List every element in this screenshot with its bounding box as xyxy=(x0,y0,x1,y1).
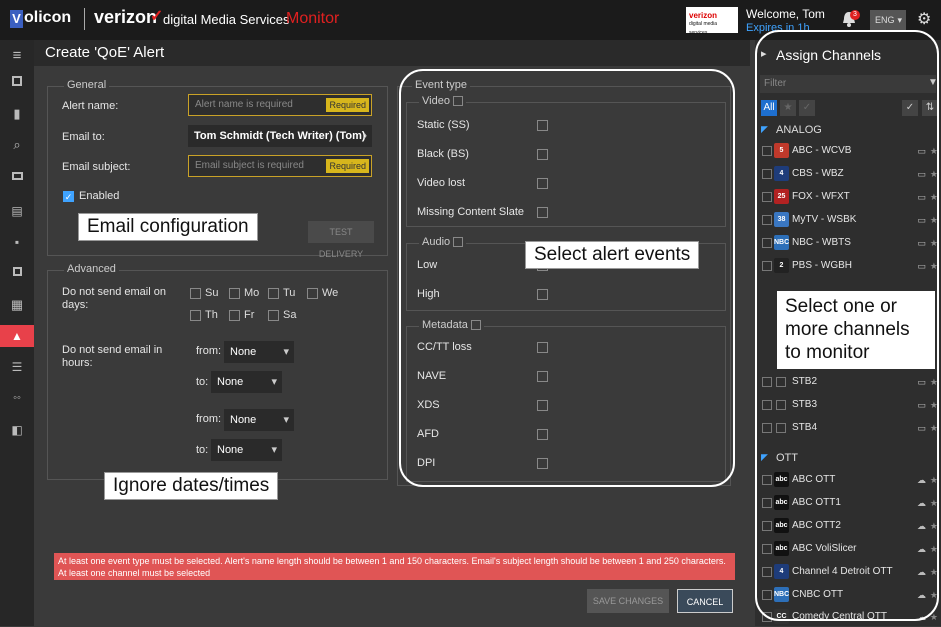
chevron-down-icon: ▾ xyxy=(271,376,277,388)
header-divider xyxy=(84,8,85,30)
welcome-user[interactable]: Welcome, Tom xyxy=(746,7,825,21)
from-time-select-2[interactable]: None ▾ xyxy=(224,409,294,431)
chevron-right-icon: › xyxy=(363,130,367,142)
email-to-label: Email to: xyxy=(62,131,105,143)
day-checkbox-tu[interactable] xyxy=(268,288,279,299)
alerts-bell-icon[interactable]: ▲ xyxy=(0,325,34,347)
day-checkbox-fr[interactable] xyxy=(229,310,240,321)
language-value: ENG xyxy=(875,15,895,25)
document-icon[interactable]: ▪ xyxy=(0,231,34,253)
chevron-down-icon: ▾ xyxy=(897,15,902,25)
email-configuration-callout: Email configuration xyxy=(78,213,258,241)
email-to-value: Tom Schmidt (Tech Writer) (Tom) xyxy=(194,130,366,142)
from-label-1: from: xyxy=(196,345,222,357)
contrast-icon[interactable]: ◧ xyxy=(0,419,34,441)
event-type-highlight xyxy=(399,69,735,487)
search-icon[interactable]: ⌕ xyxy=(0,134,34,156)
day-label-su: Su xyxy=(205,287,219,299)
required-badge: Required xyxy=(326,159,369,173)
voicemail-icon[interactable]: ◦◦ xyxy=(0,387,34,409)
advanced-legend: Advanced xyxy=(64,263,119,275)
day-label-fr: Fr xyxy=(244,309,255,321)
from-value-2: None xyxy=(230,414,257,426)
notification-count: 3 xyxy=(850,10,860,20)
hamburger-menu-icon[interactable]: ≡ xyxy=(0,44,34,66)
language-selector[interactable]: ENG ▾ xyxy=(870,10,906,30)
to-value-2: None xyxy=(217,444,244,456)
multiview-icon[interactable] xyxy=(0,260,34,282)
page-title: Create 'QoE' Alert xyxy=(45,44,165,61)
day-label-tu: Tu xyxy=(283,287,296,299)
day-label-sa: Sa xyxy=(283,309,297,321)
email-to-select[interactable]: Tom Schmidt (Tech Writer) (Tom) › xyxy=(188,125,372,147)
verizon-logo: verizon xyxy=(94,7,158,27)
volicon-logo-text: olicon xyxy=(24,9,72,26)
badge-line2: digital media services xyxy=(689,21,718,36)
day-label-we: We xyxy=(322,287,339,299)
chevron-down-icon: ▾ xyxy=(271,444,277,456)
email-subject-label: Email subject: xyxy=(62,161,131,173)
alert-name-label: Alert name: xyxy=(62,100,119,112)
alert-name-placeholder: Alert name is required xyxy=(195,99,293,110)
day-checkbox-sa[interactable] xyxy=(268,310,279,321)
cancel-button[interactable]: CANCEL xyxy=(677,589,733,613)
required-badge: Required xyxy=(326,98,369,112)
to-label-1: to: xyxy=(196,376,209,388)
badge-line1: verizon xyxy=(689,11,718,20)
list-icon[interactable]: ☰ xyxy=(0,356,34,378)
alert-name-input[interactable]: Alert name is required Required xyxy=(188,94,372,116)
layout-icon[interactable] xyxy=(0,70,34,92)
channels-highlight xyxy=(755,30,939,621)
day-label-th: Th xyxy=(205,309,218,321)
volicon-logo-mark: V xyxy=(10,10,23,28)
ignore-dates-callout: Ignore dates/times xyxy=(104,472,279,500)
chevron-down-icon: ▾ xyxy=(283,346,289,358)
from-value-1: None xyxy=(230,346,257,358)
app-name: Monitor xyxy=(286,10,340,27)
chevron-down-icon: ▾ xyxy=(283,414,289,426)
enabled-checkbox[interactable]: ✓ xyxy=(63,191,74,202)
email-subject-placeholder: Email subject is required xyxy=(195,160,304,171)
verizon-check-icon: ✓ xyxy=(150,8,164,25)
general-legend: General xyxy=(64,79,110,91)
test-delivery-button[interactable]: TEST DELIVERY xyxy=(308,221,374,259)
verizon-badge: verizon digital media services xyxy=(686,7,738,36)
enabled-label: Enabled xyxy=(79,190,120,202)
left-nav: ≡ ▮ ⌕ ▤ ▪ ▦ ▲ ☰ ◦◦ ◧ xyxy=(0,40,34,626)
from-label-2: from: xyxy=(196,413,222,425)
tiles-icon[interactable]: ▦ xyxy=(0,294,34,316)
panel-icon[interactable]: ▤ xyxy=(0,200,34,222)
to-value-1: None xyxy=(217,376,244,388)
save-changes-button[interactable]: SAVE CHANGES xyxy=(587,589,669,613)
to-label-2: to: xyxy=(196,444,209,456)
validation-error-banner: At least one event type must be selected… xyxy=(54,553,735,580)
gear-icon[interactable]: ⚙ xyxy=(917,9,931,29)
to-time-select-1[interactable]: None ▾ xyxy=(211,371,282,393)
hours-label: Do not send email in hours: xyxy=(62,344,163,369)
grid-icon[interactable] xyxy=(0,165,34,187)
days-label: Do not send email on days: xyxy=(62,286,166,311)
day-label-mo: Mo xyxy=(244,287,260,299)
product-name: digital Media Services xyxy=(163,12,290,27)
bookmark-icon[interactable]: ▮ xyxy=(0,103,34,125)
email-subject-input[interactable]: Email subject is required Required xyxy=(188,155,372,177)
day-checkbox-su[interactable] xyxy=(190,288,201,299)
day-checkbox-we[interactable] xyxy=(307,288,318,299)
to-time-select-2[interactable]: None ▾ xyxy=(211,439,282,461)
day-checkbox-mo[interactable] xyxy=(229,288,240,299)
from-time-select-1[interactable]: None ▾ xyxy=(224,341,294,363)
day-checkbox-th[interactable] xyxy=(190,310,201,321)
